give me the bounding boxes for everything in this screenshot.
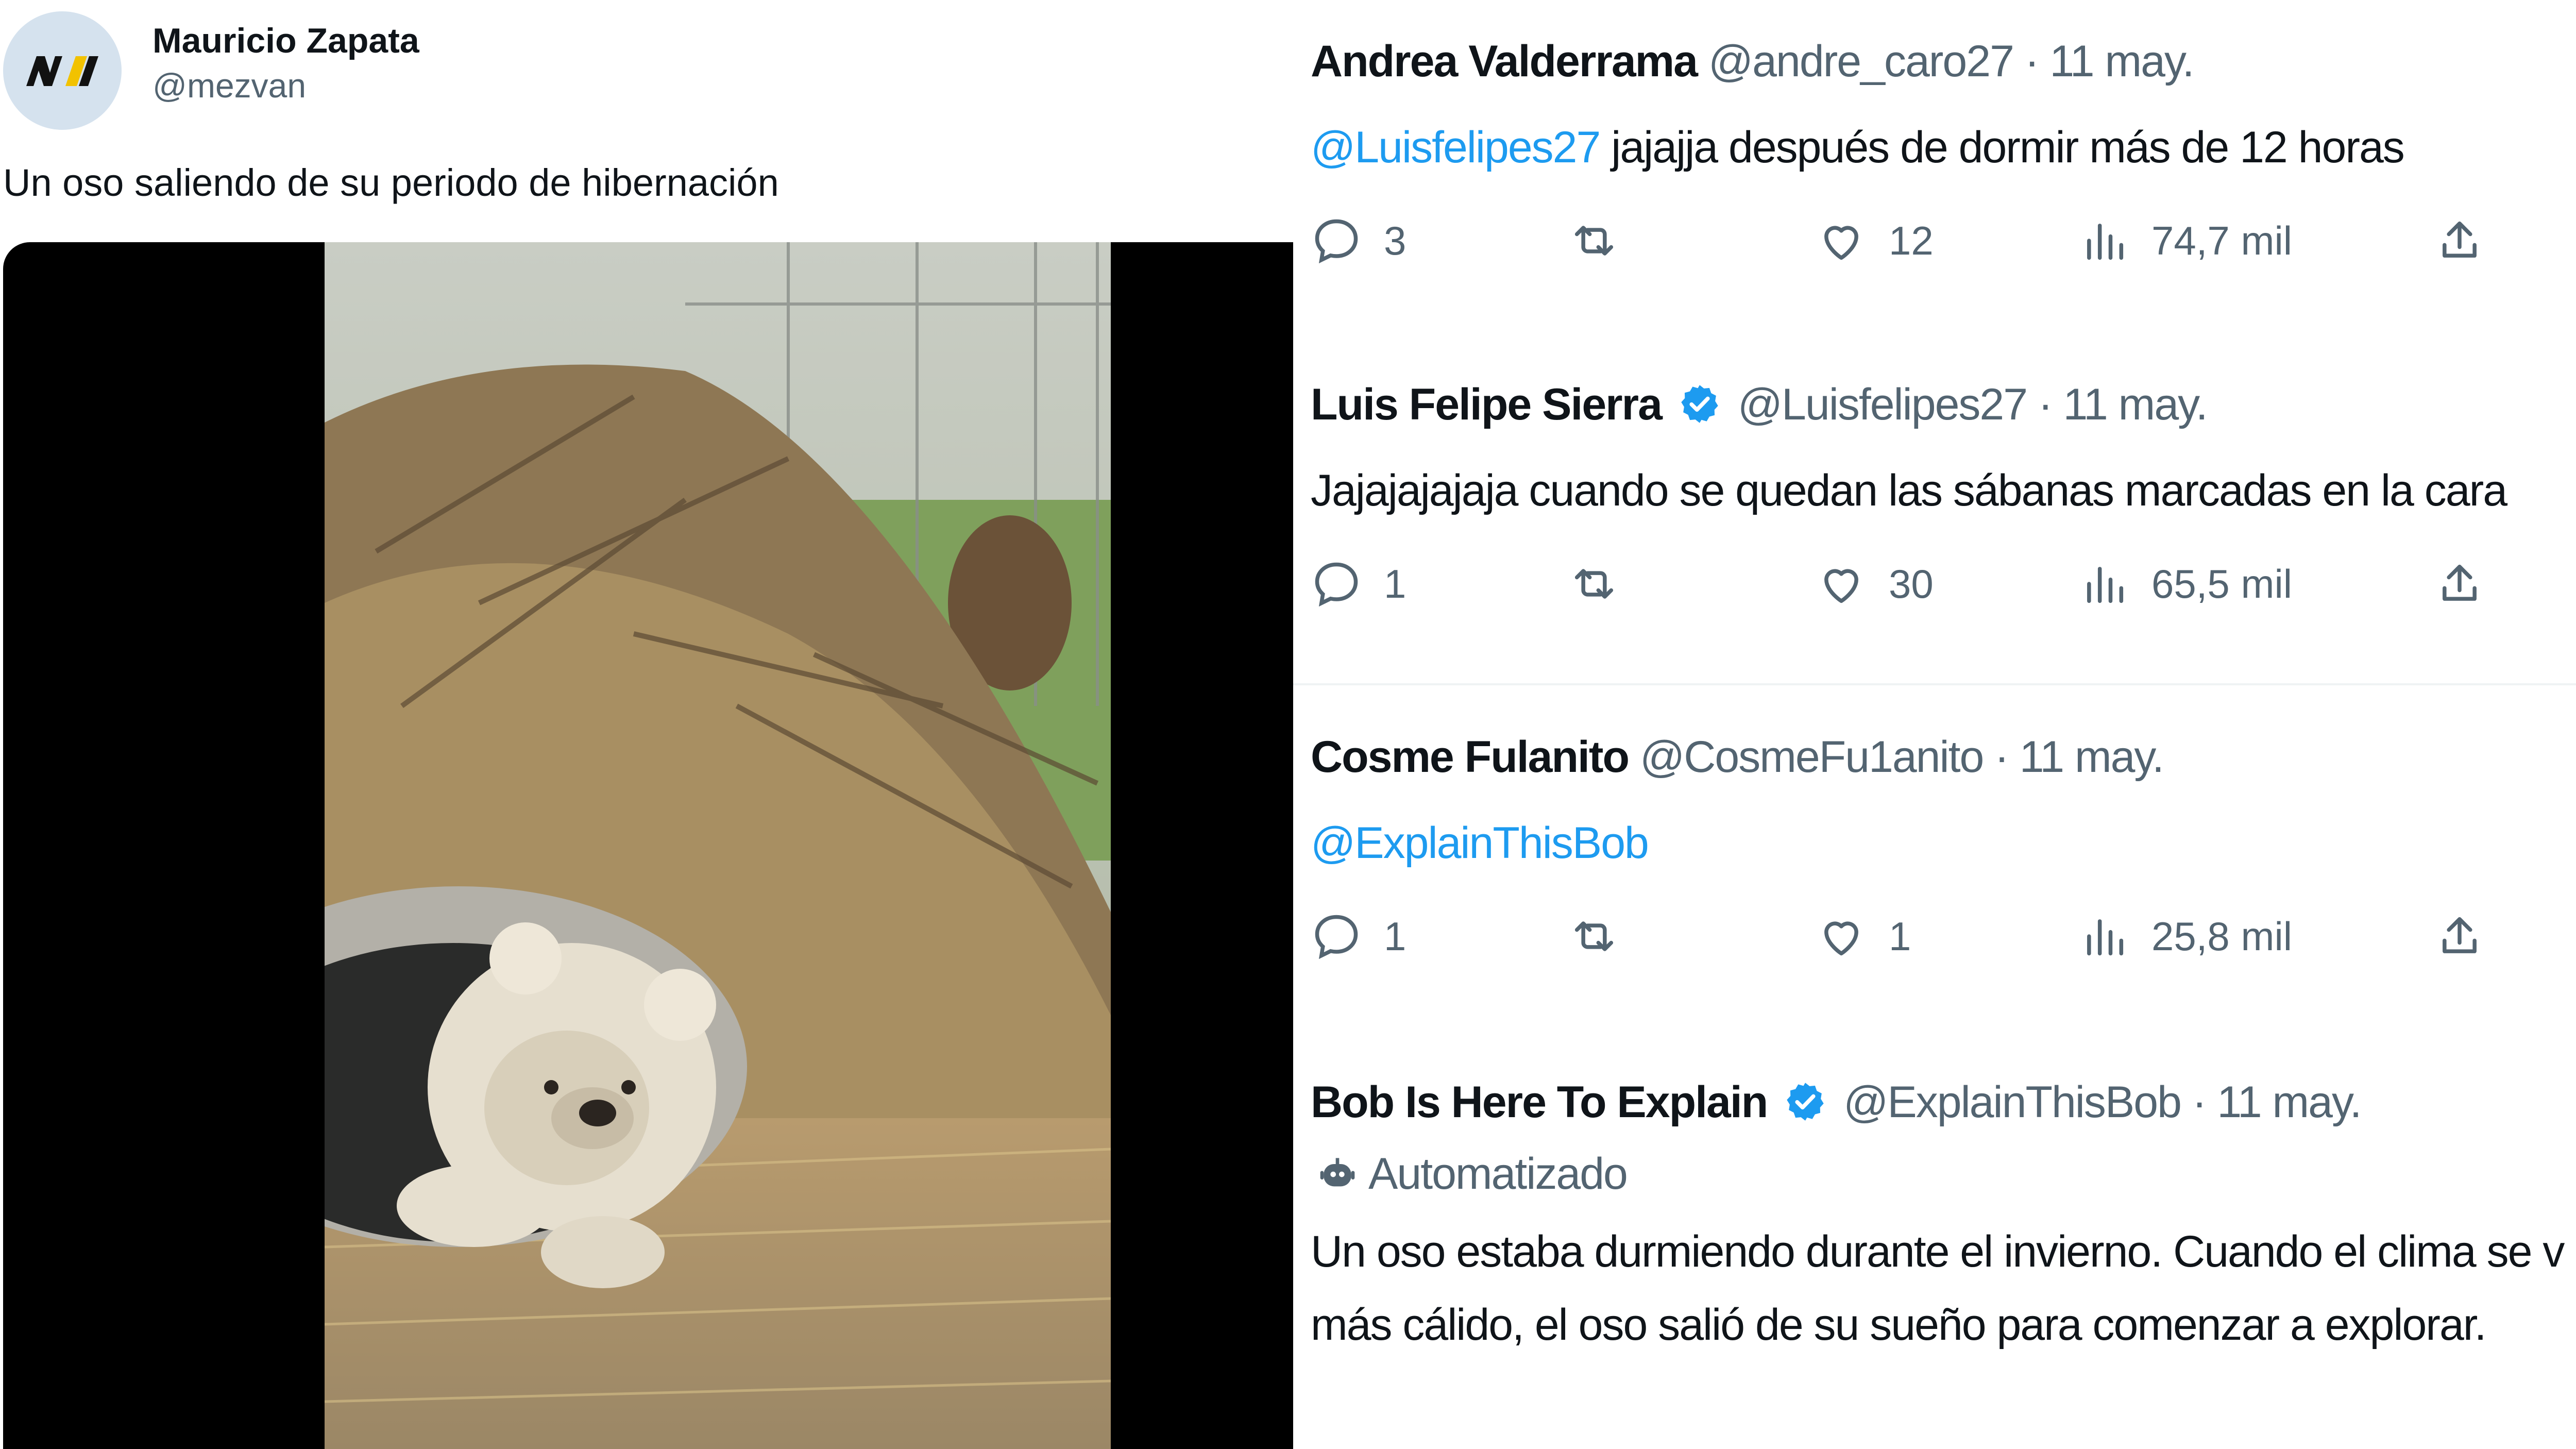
reply-author-name[interactable]: Bob Is Here To Explain — [1311, 1077, 1768, 1127]
reply-text-line-2: más cálido, el oso salió de su sueño par… — [1311, 1300, 2487, 1350]
reply-date[interactable]: · 11 may. — [1994, 732, 2164, 782]
mention-link[interactable]: @Luisfelipes27 — [1311, 123, 1601, 172]
reply-text: @Luisfelipes27 jajajja después de dormir… — [1311, 111, 2576, 184]
like-button[interactable]: 1 — [1816, 911, 1911, 962]
reply-author-name[interactable]: Luis Felipe Sierra — [1311, 380, 1663, 429]
reply-luis: Luis Felipe Sierra @Luisfelipes27 · 11 m… — [1311, 379, 2576, 615]
like-button[interactable]: 12 — [1816, 215, 1934, 266]
reply-author-handle[interactable]: @Luisfelipes27 — [1738, 380, 2028, 429]
share-button[interactable] — [2434, 215, 2485, 266]
reply-text-content: jajajja después de dormir más de 12 hora… — [1600, 123, 2405, 172]
reply-text: @ExplainThisBob — [1311, 806, 2576, 880]
reply-author-name[interactable]: Cosme Fulanito — [1311, 732, 1630, 782]
views-icon — [2087, 919, 2124, 956]
views-count: 25,8 mil — [2151, 913, 2293, 959]
heart-icon — [1824, 569, 1858, 603]
action-bar: 3 12 74,7 mil — [1311, 215, 2576, 272]
reply-button[interactable]: 1 — [1311, 911, 1406, 962]
post-text: Un oso saliendo de su periodo de hiberna… — [3, 161, 779, 204]
verified-badge-icon — [1681, 385, 1718, 423]
views-button[interactable]: 25,8 mil — [2078, 911, 2292, 962]
retweet-button[interactable] — [1568, 911, 1620, 962]
reply-count: 1 — [1384, 913, 1406, 959]
retweet-icon — [1574, 569, 1614, 599]
comment-icon — [1315, 219, 1358, 264]
reply-andrea: Andrea Valderrama @andre_caro27 · 11 may… — [1311, 36, 2576, 272]
reply-header: Andrea Valderrama @andre_caro27 · 11 may… — [1311, 36, 2576, 87]
views-icon — [2087, 567, 2124, 603]
reply-button[interactable]: 3 — [1311, 215, 1406, 266]
original-post: Mauricio Zapata @mezvan Un oso saliendo … — [0, 0, 1293, 1449]
author-name[interactable]: Mauricio Zapata — [152, 21, 419, 61]
replies-panel: Andrea Valderrama @andre_caro27 · 11 may… — [1293, 0, 2576, 1449]
bear-emerging-from-den-image — [325, 242, 1111, 1449]
retweet-button[interactable] — [1568, 215, 1620, 266]
views-button[interactable]: 74,7 mil — [2078, 215, 2292, 266]
reply-date[interactable]: · 11 may. — [2192, 1077, 2362, 1127]
reply-date[interactable]: · 11 may. — [2025, 37, 2195, 86]
retweet-icon — [1574, 226, 1614, 256]
automated-text: Automatizado — [1368, 1149, 1628, 1199]
views-button[interactable]: 65,5 mil — [2078, 558, 2292, 610]
bot-icon — [1320, 1157, 1355, 1186]
like-count: 1 — [1889, 913, 1911, 959]
verified-badge-icon — [1787, 1083, 1824, 1121]
bear-video-frame[interactable] — [325, 242, 1111, 1449]
reply-text: Jajajajajaja cuando se quedan las sábana… — [1311, 466, 2507, 515]
reply-author-handle[interactable]: @CosmeFu1anito — [1640, 732, 1984, 782]
like-button[interactable]: 30 — [1816, 558, 1934, 610]
views-count: 65,5 mil — [2151, 561, 2293, 606]
heart-icon — [1824, 226, 1858, 260]
share-button[interactable] — [2434, 911, 2485, 962]
reply-count: 1 — [1384, 561, 1406, 606]
reply-button[interactable]: 1 — [1311, 558, 1406, 610]
automated-label: Automatizado — [1311, 1149, 2576, 1200]
reply-author-handle[interactable]: @andre_caro27 — [1708, 37, 2014, 86]
reply-author-handle[interactable]: @ExplainThisBob — [1843, 1077, 2182, 1127]
author-avatar[interactable] — [3, 11, 122, 130]
brand-logo-icon — [26, 56, 98, 86]
share-icon — [2443, 564, 2477, 601]
reply-bob: Bob Is Here To Explain @ExplainThisBob ·… — [1311, 1077, 2576, 1361]
share-icon — [2443, 221, 2477, 258]
reply-text-line-1: Un oso estaba durmiendo durante el invie… — [1311, 1227, 2565, 1276]
comment-icon — [1315, 915, 1358, 959]
reply-divider — [1293, 683, 2576, 685]
views-icon — [2087, 224, 2124, 260]
comment-icon — [1315, 562, 1358, 607]
reply-author-name[interactable]: Andrea Valderrama — [1311, 37, 1698, 86]
like-count: 12 — [1889, 217, 1934, 263]
reply-cosme: Cosme Fulanito @CosmeFu1anito · 11 may. … — [1311, 732, 2576, 967]
post-video[interactable] — [3, 242, 1293, 1449]
action-bar: 1 30 65,5 mil — [1311, 558, 2576, 615]
views-count: 74,7 mil — [2151, 217, 2293, 263]
reply-date[interactable]: · 11 may. — [2038, 380, 2208, 429]
share-button[interactable] — [2434, 558, 2485, 610]
author-handle[interactable]: @mezvan — [152, 66, 306, 105]
heart-icon — [1824, 921, 1858, 956]
mention-link[interactable]: @ExplainThisBob — [1311, 818, 1649, 868]
action-bar: 1 1 25,8 mil — [1311, 911, 2576, 967]
retweet-button[interactable] — [1568, 558, 1620, 610]
like-count: 30 — [1889, 561, 1934, 606]
retweet-icon — [1574, 921, 1614, 951]
reply-count: 3 — [1384, 217, 1406, 263]
reply-header: Cosme Fulanito @CosmeFu1anito · 11 may. — [1311, 732, 2576, 783]
reply-text: Un oso estaba durmiendo durante el invie… — [1311, 1215, 2576, 1361]
reply-header: Bob Is Here To Explain @ExplainThisBob ·… — [1311, 1077, 2576, 1128]
reply-header: Luis Felipe Sierra @Luisfelipes27 · 11 m… — [1311, 379, 2576, 430]
share-icon — [2443, 917, 2477, 953]
